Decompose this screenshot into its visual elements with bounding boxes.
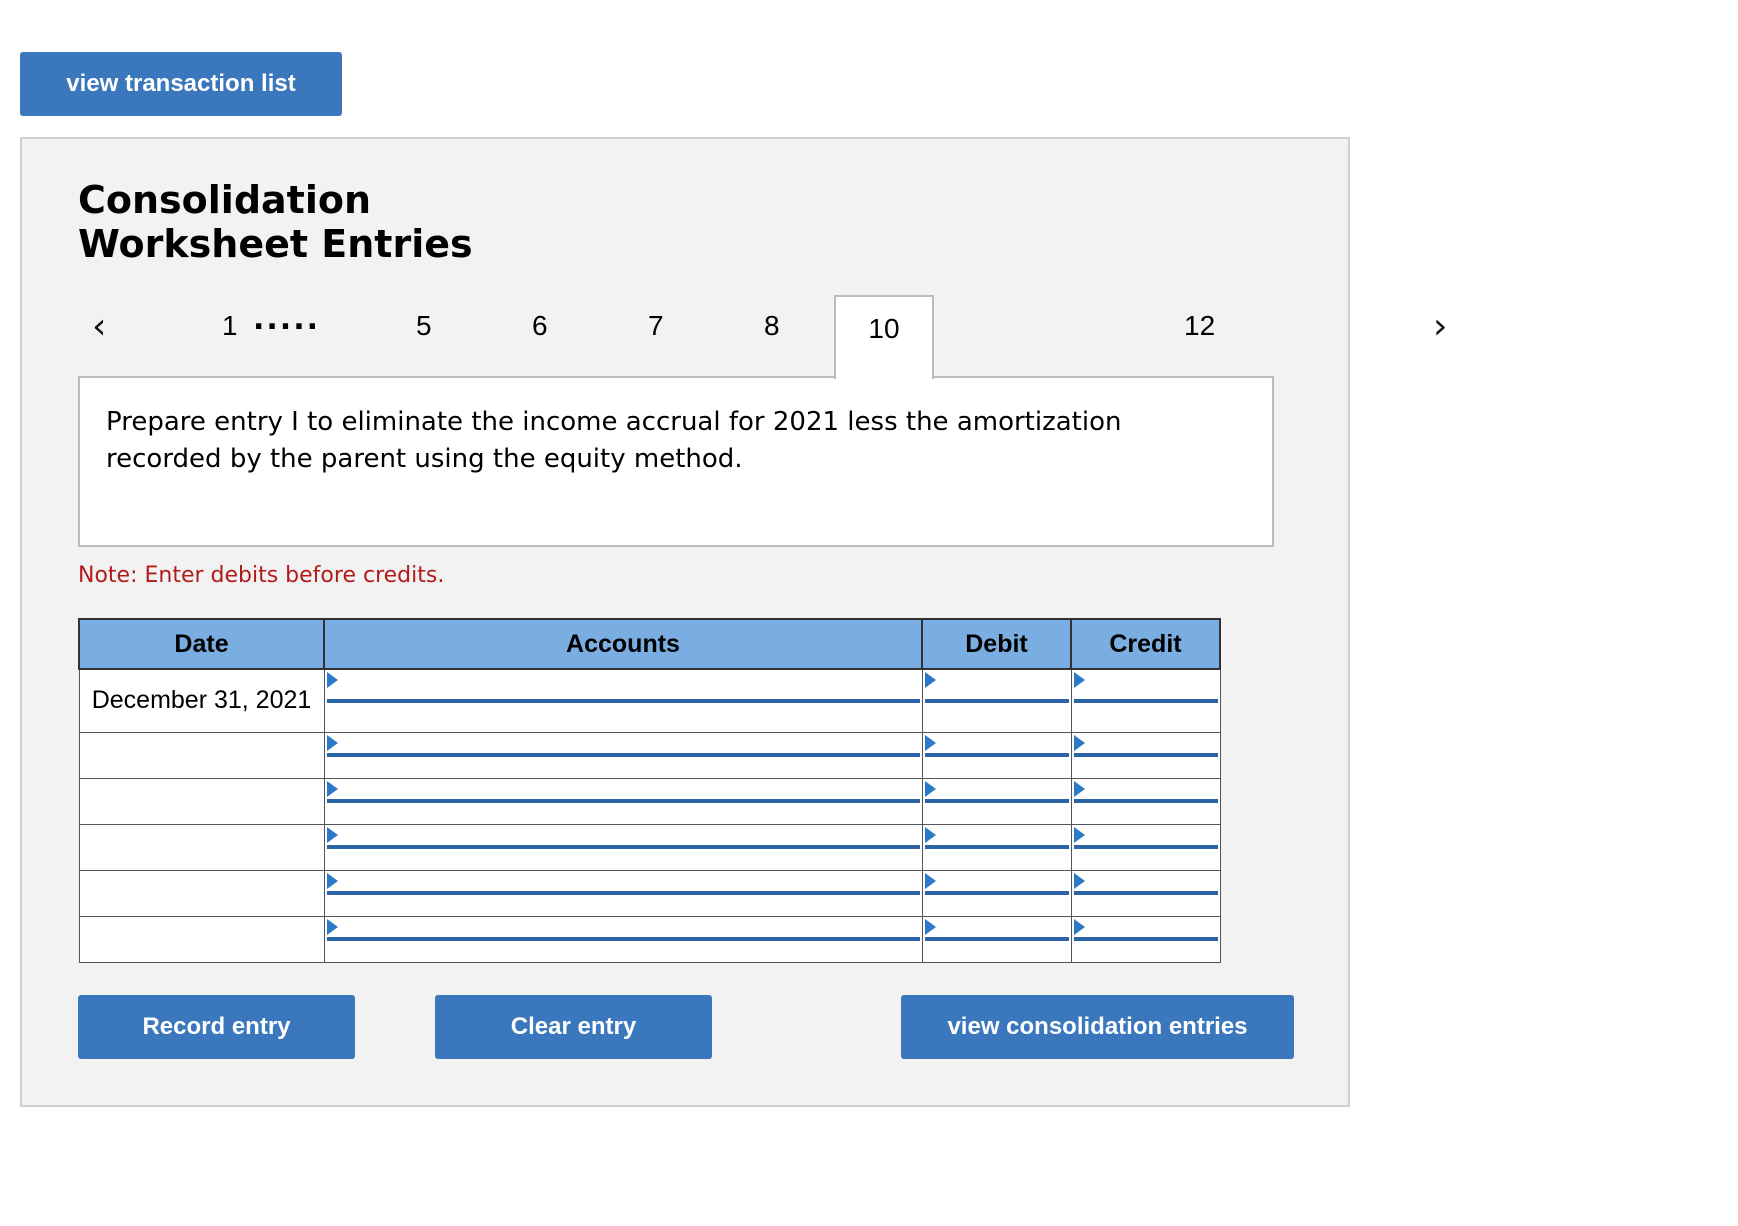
account-select[interactable] <box>323 823 923 871</box>
dropdown-marker-icon <box>1073 918 1085 935</box>
tab-10-active[interactable]: 10 <box>834 295 934 379</box>
date-cell <box>78 823 325 871</box>
debit-input[interactable] <box>921 915 1072 963</box>
date-cell <box>78 869 325 917</box>
debit-input[interactable] <box>921 823 1072 871</box>
title-line-2: Worksheet Entries <box>78 222 473 266</box>
account-select[interactable] <box>323 731 923 779</box>
credit-input[interactable] <box>1070 823 1221 871</box>
table-row: December 31, 2021 <box>78 668 1221 733</box>
tab-7[interactable]: 7 <box>648 310 664 342</box>
dropdown-marker-icon <box>924 872 936 889</box>
note-text: Note: Enter debits before credits. <box>78 563 445 588</box>
page-title: Consolidation Worksheet Entries <box>78 178 473 266</box>
date-cell <box>78 915 325 963</box>
prompt-text: Prepare entry I to eliminate the income … <box>106 407 1122 474</box>
dropdown-marker-icon <box>326 918 338 935</box>
record-entry-button[interactable]: Record entry <box>78 995 355 1059</box>
dropdown-marker-icon <box>924 826 936 843</box>
table-row <box>78 823 1221 871</box>
account-select[interactable] <box>323 668 923 733</box>
column-header-accounts: Accounts <box>323 618 923 670</box>
view-consolidation-entries-button[interactable]: view consolidation entries <box>901 995 1294 1059</box>
column-header-date: Date <box>78 618 325 670</box>
journal-entry-table: Date Accounts Debit Credit December 31, … <box>78 618 1221 963</box>
dropdown-marker-icon <box>326 672 338 688</box>
dropdown-marker-icon <box>1073 734 1085 751</box>
credit-input[interactable] <box>1070 668 1221 733</box>
table-row <box>78 777 1221 825</box>
debit-input[interactable] <box>921 777 1072 825</box>
dropdown-marker-icon <box>1073 826 1085 843</box>
table-row <box>78 915 1221 963</box>
dropdown-marker-icon <box>1073 672 1085 688</box>
view-transaction-list-button[interactable]: view transaction list <box>20 52 342 116</box>
tab-1[interactable]: 1 <box>222 310 238 342</box>
credit-input[interactable] <box>1070 869 1221 917</box>
table-row <box>78 869 1221 917</box>
column-header-credit: Credit <box>1070 618 1221 670</box>
tab-8[interactable]: 8 <box>764 310 780 342</box>
dropdown-marker-icon <box>326 734 338 751</box>
credit-input[interactable] <box>1070 915 1221 963</box>
tab-5[interactable]: 5 <box>416 310 432 342</box>
account-select[interactable] <box>323 777 923 825</box>
chevron-left-icon[interactable]: ‹ <box>92 306 106 347</box>
pagination-ellipsis: ..... <box>253 302 320 337</box>
column-header-debit: Debit <box>921 618 1072 670</box>
credit-input[interactable] <box>1070 731 1221 779</box>
credit-input[interactable] <box>1070 777 1221 825</box>
account-select[interactable] <box>323 915 923 963</box>
dropdown-marker-icon <box>924 734 936 751</box>
tab-6[interactable]: 6 <box>532 310 548 342</box>
table-row <box>78 731 1221 779</box>
chevron-right-icon[interactable]: › <box>1433 306 1447 347</box>
dropdown-marker-icon <box>1073 780 1085 797</box>
debit-input[interactable] <box>921 668 1072 733</box>
dropdown-marker-icon <box>326 872 338 889</box>
account-select[interactable] <box>323 869 923 917</box>
date-cell: December 31, 2021 <box>78 668 325 733</box>
title-line-1: Consolidation <box>78 178 372 222</box>
debit-input[interactable] <box>921 869 1072 917</box>
dropdown-marker-icon <box>924 672 936 688</box>
dropdown-marker-icon <box>924 780 936 797</box>
tab-12[interactable]: 12 <box>1184 310 1215 342</box>
dropdown-marker-icon <box>924 918 936 935</box>
date-cell <box>78 731 325 779</box>
dropdown-marker-icon <box>326 826 338 843</box>
dropdown-marker-icon <box>326 780 338 797</box>
date-cell <box>78 777 325 825</box>
debit-input[interactable] <box>921 731 1072 779</box>
clear-entry-button[interactable]: Clear entry <box>435 995 712 1059</box>
dropdown-marker-icon <box>1073 872 1085 889</box>
